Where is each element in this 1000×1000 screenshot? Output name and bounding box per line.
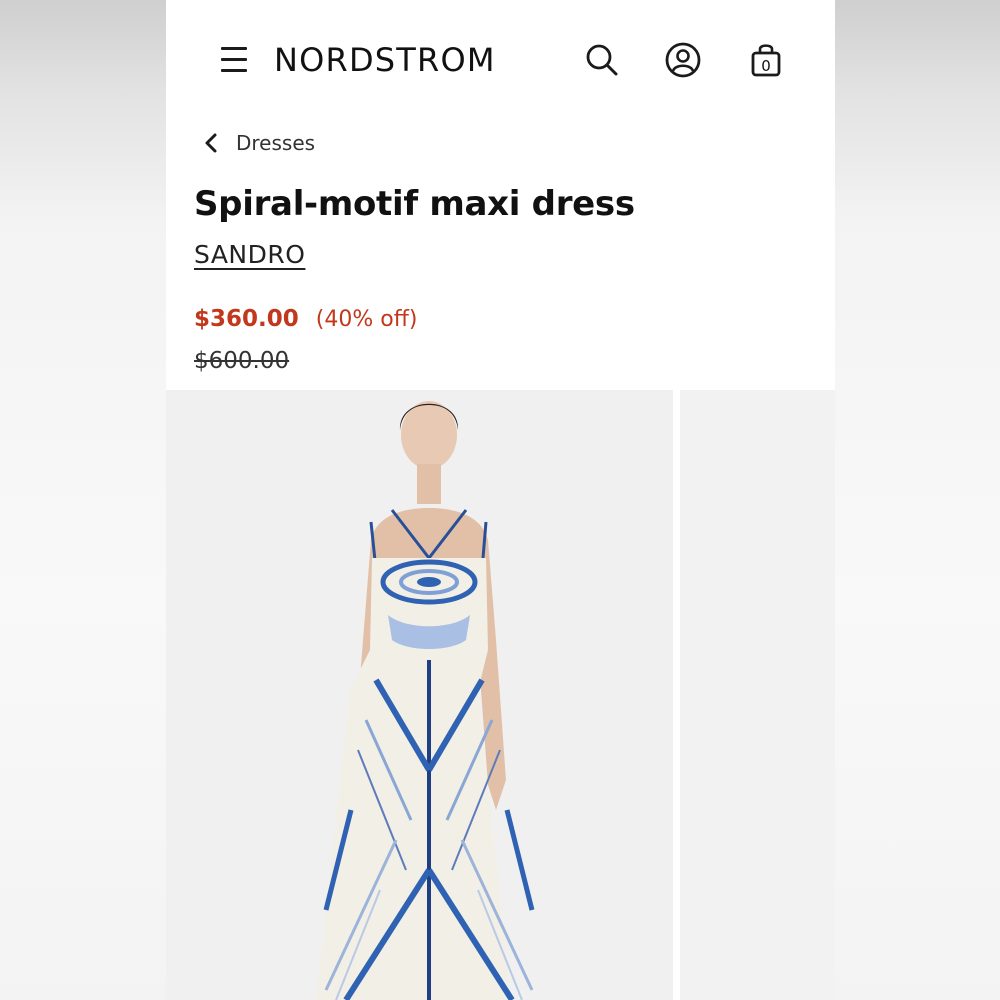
shopping-bag-icon[interactable]: 0 [746,40,786,80]
breadcrumb-label: Dresses [236,131,316,155]
price-row: $360.00 (40% off) [194,306,417,332]
discount-label: (40% off) [315,307,418,332]
chevron-left-icon [205,133,217,153]
product-title: Spiral-motif maxi dress [194,184,635,224]
breadcrumb-back-link[interactable]: Dresses [202,128,315,158]
product-image-main[interactable] [166,390,673,1000]
product-page: NORDSTROM 0 Dresses Spiral-motif maxi dr… [166,0,835,1000]
original-price: $600.00 [194,348,290,374]
menu-icon[interactable] [219,43,249,75]
background-left [0,0,166,1000]
brand-link[interactable]: SANDRO [194,240,305,269]
product-image-next[interactable] [680,390,835,1000]
product-image-gallery[interactable] [166,390,835,1000]
account-icon[interactable] [663,40,703,80]
dress-model-photo [316,401,535,1000]
site-header: NORDSTROM 0 [166,0,835,120]
background-right [835,0,1000,1000]
gallery-divider [673,390,680,1000]
bag-count-badge: 0 [761,57,771,75]
search-icon[interactable] [582,40,622,80]
site-logo[interactable]: NORDSTROM [274,38,496,82]
sale-price: $360.00 [194,306,299,332]
